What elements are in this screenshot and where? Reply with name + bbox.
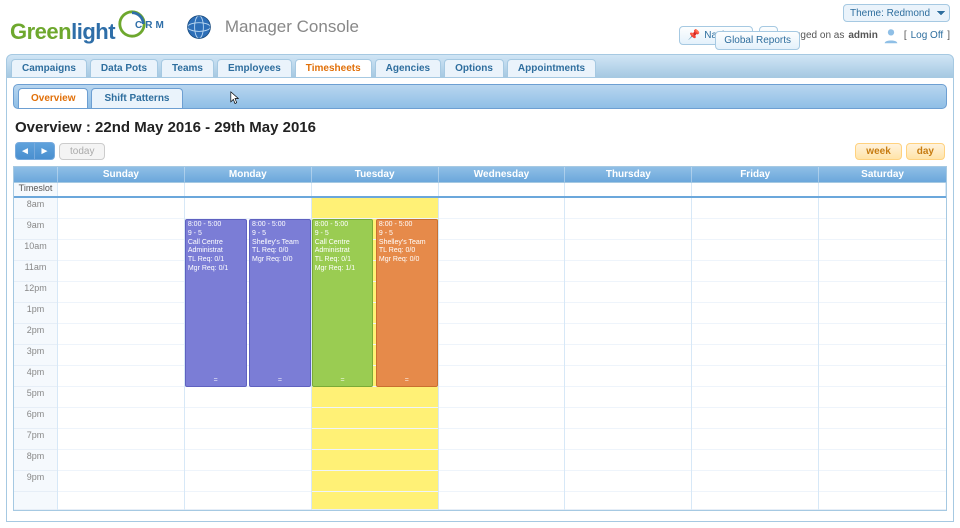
event-shift: 9 - 5 [188, 230, 244, 239]
day-column-saturday[interactable] [819, 198, 946, 510]
time-label: 9pm [14, 471, 57, 492]
calendar-all-day-row: Timeslot [14, 182, 946, 196]
day-column-monday[interactable]: 8:00 - 5:009 - 5Call Centre AdministratT… [185, 198, 312, 510]
globe-icon[interactable] [185, 13, 213, 41]
timeslot-label: Timeslot [14, 183, 58, 196]
event-mgr-req: Mgr Req: 0/0 [379, 256, 435, 265]
login-user: admin [848, 30, 877, 41]
day-view-button[interactable]: day [906, 143, 945, 160]
date-nav-buttons: ◄ ► [15, 142, 55, 160]
time-label: 10am [14, 240, 57, 261]
login-info: Logged on as admin [ Log Off ] [784, 27, 950, 45]
event-resize-handle[interactable]: = [313, 377, 373, 386]
main-tab-appointments[interactable]: Appointments [507, 59, 596, 77]
event-tl-req: TL Req: 0/0 [252, 247, 308, 256]
logo-subtext: CRM [135, 20, 167, 31]
day-column-sunday[interactable] [58, 198, 185, 510]
page-title: Manager Console [225, 17, 359, 37]
event-shift: 9 - 5 [252, 230, 308, 239]
calendar-event[interactable]: 8:00 - 5:009 - 5Shelley's TeamTL Req: 0/… [249, 219, 311, 387]
event-team: Shelley's Team [252, 239, 308, 248]
day-column-thursday[interactable] [565, 198, 692, 510]
calendar-event[interactable]: 8:00 - 5:009 - 5Shelley's TeamTL Req: 0/… [376, 219, 438, 387]
time-label: 11am [14, 261, 57, 282]
event-mgr-req: Mgr Req: 0/0 [252, 256, 308, 265]
day-column-tuesday[interactable]: 8:00 - 5:009 - 5Call Centre AdministratT… [312, 198, 439, 510]
sub-tab-shift-patterns[interactable]: Shift Patterns [91, 88, 182, 108]
event-time: 8:00 - 5:00 [188, 221, 244, 230]
main-tab-agencies[interactable]: Agencies [375, 59, 441, 77]
view-toggle: week day [855, 143, 945, 160]
main-tab-employees[interactable]: Employees [217, 59, 292, 77]
time-label: 9am [14, 219, 57, 240]
logo-text-2: light [71, 19, 115, 45]
day-header-sunday: Sunday [58, 167, 185, 182]
event-shift: 9 - 5 [379, 230, 435, 239]
calendar-body: 8am9am10am11am12pm1pm2pm3pm4pm5pm6pm7pm8… [14, 198, 946, 510]
main-tab-timesheets[interactable]: Timesheets [295, 59, 372, 77]
day-header-wednesday: Wednesday [439, 167, 566, 182]
event-resize-handle[interactable]: = [186, 377, 246, 386]
event-mgr-req: Mgr Req: 0/1 [188, 265, 244, 274]
event-mgr-req: Mgr Req: 1/1 [315, 265, 371, 274]
next-button[interactable]: ► [35, 142, 55, 160]
day-header-monday: Monday [185, 167, 312, 182]
time-label: 12pm [14, 282, 57, 303]
day-header-thursday: Thursday [565, 167, 692, 182]
calendar-event[interactable]: 8:00 - 5:009 - 5Call Centre AdministratT… [185, 219, 247, 387]
event-time: 8:00 - 5:00 [379, 221, 435, 230]
event-tl-req: TL Req: 0/1 [188, 256, 244, 265]
day-header-saturday: Saturday [819, 167, 946, 182]
sub-tabs-bar: OverviewShift Patterns [13, 84, 947, 109]
time-label: 8am [14, 198, 57, 219]
user-icon [882, 27, 900, 45]
time-label: 8pm [14, 450, 57, 471]
event-team: Call Centre Administrat [315, 239, 371, 257]
day-header-friday: Friday [692, 167, 819, 182]
pin-icon: 📌 [688, 30, 700, 41]
event-resize-handle[interactable]: = [250, 377, 310, 386]
week-view-button[interactable]: week [855, 143, 901, 160]
day-column-wednesday[interactable] [439, 198, 566, 510]
logoff-link[interactable]: Log Off [911, 30, 944, 41]
main-tab-data-pots[interactable]: Data Pots [90, 59, 158, 77]
main-tab-campaigns[interactable]: Campaigns [11, 59, 87, 77]
overview-heading: Overview : 22nd May 2016 - 29th May 2016 [13, 109, 947, 142]
prev-button[interactable]: ◄ [15, 142, 35, 160]
calendar-event[interactable]: 8:00 - 5:009 - 5Call Centre AdministratT… [312, 219, 374, 387]
event-team: Call Centre Administrat [188, 239, 244, 257]
main-tab-teams[interactable]: Teams [161, 59, 214, 77]
event-time: 8:00 - 5:00 [252, 221, 308, 230]
today-button[interactable]: today [59, 143, 105, 160]
global-reports-button[interactable]: Global Reports [715, 31, 800, 50]
time-label: 7pm [14, 429, 57, 450]
time-label: 4pm [14, 366, 57, 387]
event-time: 8:00 - 5:00 [315, 221, 371, 230]
time-label: 5pm [14, 387, 57, 408]
calendar-header: SundayMondayTuesdayWednesdayThursdayFrid… [14, 167, 946, 182]
event-team: Shelley's Team [379, 239, 435, 248]
time-label: 6pm [14, 408, 57, 429]
sub-tab-overview[interactable]: Overview [18, 88, 88, 108]
time-label: 3pm [14, 345, 57, 366]
event-shift: 9 - 5 [315, 230, 371, 239]
event-tl-req: TL Req: 0/1 [315, 256, 371, 265]
time-label: 1pm [14, 303, 57, 324]
time-label: 2pm [14, 324, 57, 345]
app-logo: Greenlight [10, 9, 147, 45]
event-resize-handle[interactable]: = [377, 377, 437, 386]
main-tabs-bar: CampaignsData PotsTeamsEmployeesTimeshee… [6, 54, 954, 78]
day-column-friday[interactable] [692, 198, 819, 510]
calendar: SundayMondayTuesdayWednesdayThursdayFrid… [13, 166, 947, 511]
cursor-icon [230, 91, 240, 105]
time-column: 8am9am10am11am12pm1pm2pm3pm4pm5pm6pm7pm8… [14, 198, 58, 510]
theme-select[interactable]: Theme: Redmond [843, 4, 950, 22]
day-header-tuesday: Tuesday [312, 167, 439, 182]
event-tl-req: TL Req: 0/0 [379, 247, 435, 256]
main-tab-options[interactable]: Options [444, 59, 504, 77]
logo-text-1: Green [10, 19, 71, 45]
